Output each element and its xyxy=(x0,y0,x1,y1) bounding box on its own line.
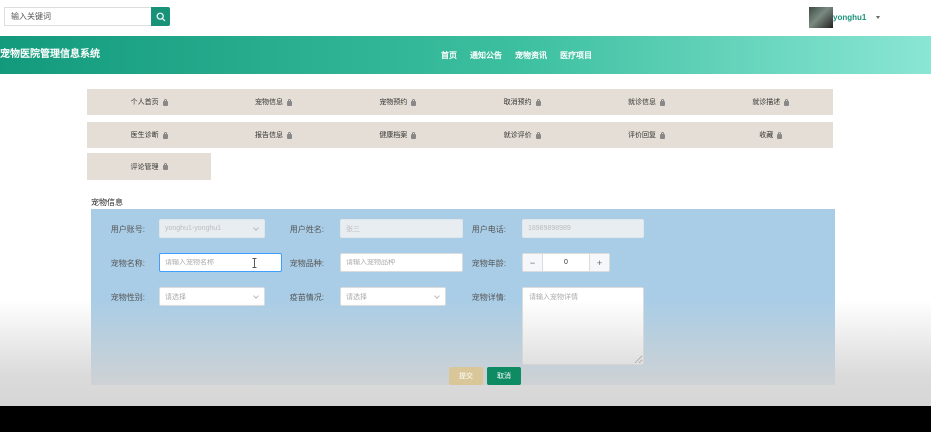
name-value: 张三 xyxy=(346,225,360,233)
lock-icon xyxy=(162,163,168,170)
menu-item-label: 就诊评价 xyxy=(503,132,532,139)
nav-notice[interactable]: 通知公告 xyxy=(470,50,502,61)
menu-item-label: 收藏 xyxy=(759,132,774,139)
increment-button[interactable]: + xyxy=(589,254,609,271)
lock-icon xyxy=(162,98,168,106)
age-value[interactable]: 0 xyxy=(543,254,589,271)
lock-icon xyxy=(411,131,417,139)
menu-row-1: 个人首页 宠物信息 宠物预约 取消预约 就诊信息 就诊描述 xyxy=(87,89,833,115)
lock-icon xyxy=(535,131,541,139)
menu-item-label: 健康档案 xyxy=(379,132,408,139)
menu-item-label: 就诊信息 xyxy=(627,99,656,106)
cancel-button[interactable]: 取消 xyxy=(487,367,521,385)
nav-home[interactable]: 首页 xyxy=(441,50,457,61)
main-nav: 首页 通知公告 宠物资讯 医疗项目 xyxy=(441,50,605,61)
age-label: 宠物年龄: xyxy=(471,259,506,268)
lock-icon xyxy=(784,98,790,106)
phone-label: 用户电话: xyxy=(471,225,506,234)
menu-item[interactable]: 宠物信息 xyxy=(211,89,335,115)
phone-value: 18989898989 xyxy=(528,225,571,232)
lock-icon xyxy=(659,98,665,106)
menu-item[interactable]: 报告信息 xyxy=(211,122,335,148)
nav-pet-news[interactable]: 宠物资讯 xyxy=(515,50,547,61)
menu-item[interactable]: 个人首页 xyxy=(87,89,211,115)
menu-item[interactable]: 就诊信息 xyxy=(584,89,708,115)
phone-field: 18989898989 xyxy=(522,219,644,238)
detail-label: 宠物详情: xyxy=(471,293,506,302)
menu-item-label: 报告信息 xyxy=(254,132,283,139)
chevron-down-icon xyxy=(253,293,259,299)
menu-item-label: 宠物信息 xyxy=(254,99,283,106)
menu-item[interactable]: 就诊评价 xyxy=(460,122,584,148)
vaccine-label: 疫苗情况: xyxy=(289,293,324,302)
lock-icon xyxy=(411,98,417,106)
menu-item[interactable]: 取消预约 xyxy=(460,89,584,115)
pet-name-input[interactable] xyxy=(165,259,281,266)
breed-field[interactable] xyxy=(340,253,463,272)
lock-icon xyxy=(286,131,292,139)
avatar xyxy=(809,7,833,28)
pet-detail-textarea[interactable] xyxy=(522,287,644,365)
user-menu[interactable]: yonghu1 xyxy=(809,7,881,28)
submit-button[interactable]: 提交 xyxy=(449,367,483,385)
username: yonghu1 xyxy=(833,13,867,22)
text-cursor-icon xyxy=(252,258,257,268)
menu-item-label: 宠物预约 xyxy=(379,99,408,106)
section-title: 宠物信息 xyxy=(91,198,123,207)
menu-item-label: 就诊描述 xyxy=(752,99,781,106)
account-select: yonghu1-yonghu1 xyxy=(159,219,265,238)
site-title: 宠物医院管理信息系统 xyxy=(0,49,100,60)
menu-item[interactable]: 收藏 xyxy=(709,122,833,148)
bottom-black-bar xyxy=(0,406,931,432)
gender-placeholder: 请选择 xyxy=(165,293,186,301)
header-banner: 宠物医院管理信息系统 首页 通知公告 宠物资讯 医疗项目 xyxy=(0,36,931,74)
account-label: 用户账号: xyxy=(110,225,145,234)
age-stepper[interactable]: − 0 + xyxy=(522,253,610,272)
vaccine-placeholder: 请选择 xyxy=(346,293,367,301)
menu-item-label: 评论管理 xyxy=(130,163,159,171)
menu-item[interactable]: 医生诊断 xyxy=(87,122,211,148)
search-icon xyxy=(156,12,165,21)
menu-item[interactable]: 宠物预约 xyxy=(336,89,460,115)
gender-label: 宠物性别: xyxy=(110,293,145,302)
menu-item-label: 评价回复 xyxy=(627,132,656,139)
lock-icon xyxy=(659,131,665,139)
chevron-down-icon xyxy=(253,225,259,231)
nav-medical-items[interactable]: 医疗项目 xyxy=(560,50,592,61)
lock-icon xyxy=(162,131,168,139)
gender-select[interactable]: 请选择 xyxy=(159,287,265,306)
menu-item-label: 个人首页 xyxy=(130,99,159,106)
name-field: 张三 xyxy=(340,219,463,238)
menu-item-label: 医生诊断 xyxy=(130,132,159,139)
caret-down-icon xyxy=(876,16,881,19)
account-value: yonghu1-yonghu1 xyxy=(165,225,222,232)
search-input[interactable] xyxy=(4,7,151,26)
breed-input[interactable] xyxy=(346,259,462,266)
lock-icon xyxy=(777,131,783,139)
menu-item[interactable]: 评论管理 xyxy=(87,153,211,180)
vaccine-select[interactable]: 请选择 xyxy=(340,287,446,306)
menu-row-2: 医生诊断 报告信息 健康档案 就诊评价 评价回复 收藏 xyxy=(87,122,833,148)
decrement-button[interactable]: − xyxy=(523,254,543,271)
menu-item[interactable]: 健康档案 xyxy=(336,122,460,148)
menu-item-label: 取消预约 xyxy=(503,99,532,106)
menu-item[interactable]: 评价回复 xyxy=(584,122,708,148)
menu-item[interactable]: 就诊描述 xyxy=(709,89,833,115)
name-label: 用户姓名: xyxy=(289,225,324,234)
chevron-down-icon xyxy=(434,293,440,299)
lock-icon xyxy=(535,98,541,106)
pet-name-field[interactable] xyxy=(159,253,282,272)
lock-icon xyxy=(286,98,292,106)
search-button[interactable] xyxy=(151,7,170,26)
pet-name-label: 宠物名称: xyxy=(110,259,145,268)
breed-label: 宠物品种: xyxy=(289,259,324,268)
